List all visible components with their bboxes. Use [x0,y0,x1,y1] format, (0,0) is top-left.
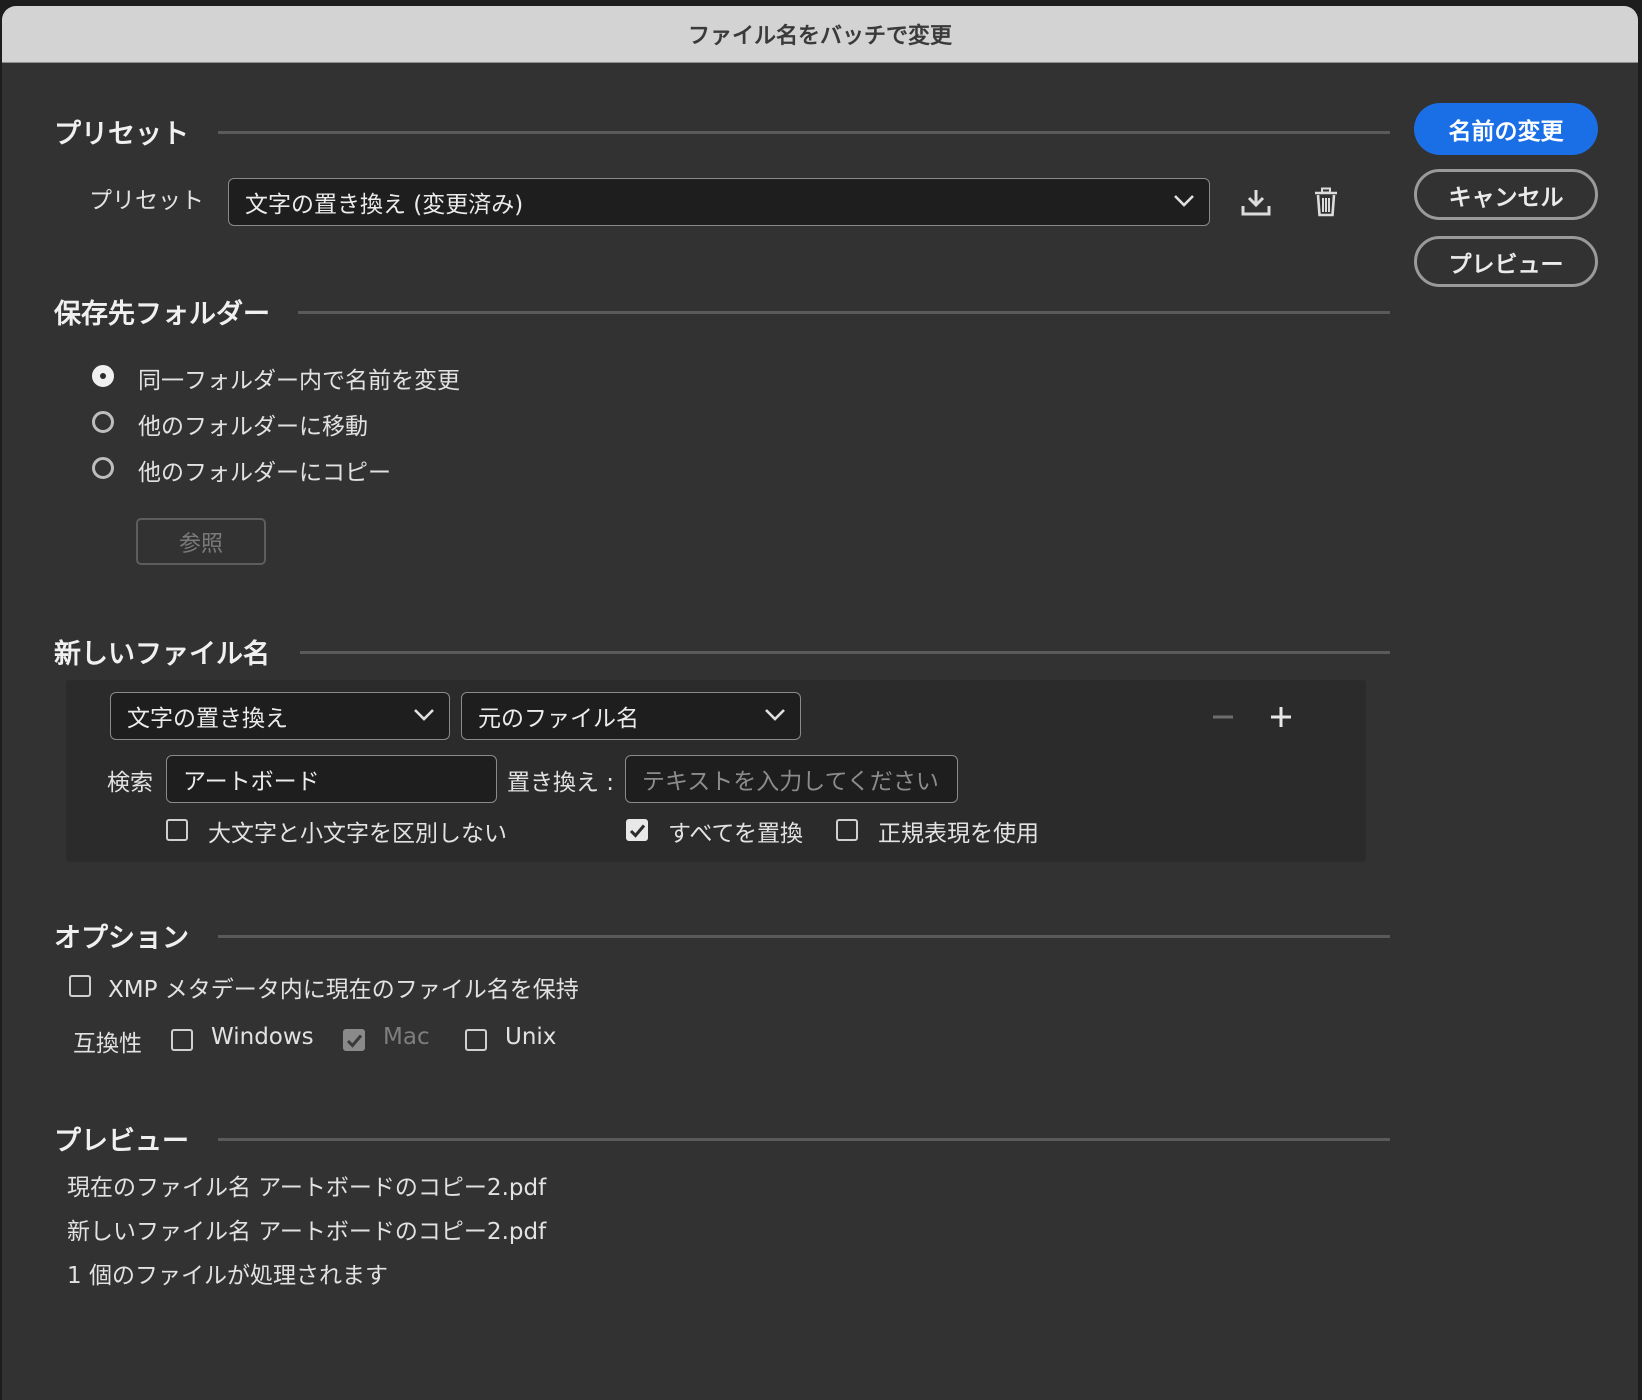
search-input[interactable]: アートボード [166,755,497,803]
compat-unix-checkbox[interactable] [465,1029,487,1051]
radio-same-folder[interactable] [92,365,114,387]
batch-rename-dialog: ファイル名をバッチで変更 名前の変更 キャンセル プレビュー プリセット プリセ… [2,6,1638,1400]
replace-label: 置き換え : [507,770,615,796]
chevron-down-icon [414,709,434,721]
rule-type-select[interactable]: 文字の置き換え [110,692,450,740]
preset-select[interactable]: 文字の置き換え (変更済み) [228,178,1210,226]
compat-windows-checkbox[interactable] [171,1029,193,1051]
remove-rule-button[interactable] [1206,700,1240,734]
preset-section-title: プリセット [54,119,189,150]
preset-select-value: 文字の置き換え (変更済み) [245,192,524,218]
radio-same-folder-label: 同一フォルダー内で名前を変更 [138,368,460,394]
replace-all-checkbox[interactable] [626,819,648,841]
section-divider [218,935,1390,938]
rule-source-select[interactable]: 元のファイル名 [461,692,801,740]
window-title: ファイル名をバッチで変更 [687,24,952,49]
radio-copy-folder[interactable] [92,457,114,479]
delete-preset-button[interactable] [1308,184,1344,220]
destination-section-title: 保存先フォルダー [54,299,270,330]
new-name-section-title: 新しいファイル名 [54,639,270,670]
xmp-label: XMP メタデータ内に現在のファイル名を保持 [108,977,579,1003]
chevron-down-icon [765,709,785,721]
title-bar: ファイル名をバッチで変更 [2,6,1638,63]
rule-type-value: 文字の置き換え [127,706,288,732]
compat-label: 互換性 [73,1031,142,1057]
compat-mac-label: Mac [383,1024,430,1050]
preview-current-name: 現在のファイル名 アートボードのコピー2.pdf [67,1175,547,1201]
replace-input[interactable]: テキストを入力してください [625,755,958,803]
download-icon [1241,190,1271,216]
chevron-down-icon [1174,195,1194,207]
section-divider [218,1138,1390,1141]
ignore-case-label: 大文字と小文字を区別しない [208,821,507,847]
radio-move-folder[interactable] [92,411,114,433]
section-divider [300,651,1390,654]
radio-move-folder-label: 他のフォルダーに移動 [138,414,368,440]
replace-all-label: すべてを置換 [668,821,804,847]
save-preset-button[interactable] [1238,184,1274,220]
checkmark-icon [346,1034,363,1048]
rule-source-value: 元のファイル名 [478,706,639,732]
regex-label: 正規表現を使用 [878,821,1039,847]
section-divider [298,311,1390,314]
regex-checkbox[interactable] [836,819,858,841]
preset-label: プリセット [89,188,204,214]
browse-button: 参照 [136,518,266,565]
checkmark-icon [629,824,646,838]
search-label: 検索 [107,770,153,796]
minus-icon [1213,715,1233,719]
radio-copy-folder-label: 他のフォルダーにコピー [138,460,391,486]
ignore-case-checkbox[interactable] [166,819,188,841]
options-section-title: オプション [54,923,189,954]
preview-file-count: 1 個のファイルが処理されます [67,1263,388,1289]
preview-new-name: 新しいファイル名 アートボードのコピー2.pdf [67,1219,547,1245]
trash-icon [1315,187,1337,217]
xmp-checkbox[interactable] [69,975,91,997]
add-rule-button[interactable] [1264,700,1298,734]
preview-button[interactable]: プレビュー [1414,236,1598,287]
section-divider [218,131,1390,134]
compat-unix-label: Unix [505,1024,557,1050]
rename-button[interactable]: 名前の変更 [1414,103,1598,155]
plus-icon [1271,707,1291,727]
preview-section-title: プレビュー [54,1126,189,1157]
compat-mac-checkbox [343,1029,365,1051]
cancel-button[interactable]: キャンセル [1414,169,1598,220]
compat-windows-label: Windows [211,1024,314,1050]
